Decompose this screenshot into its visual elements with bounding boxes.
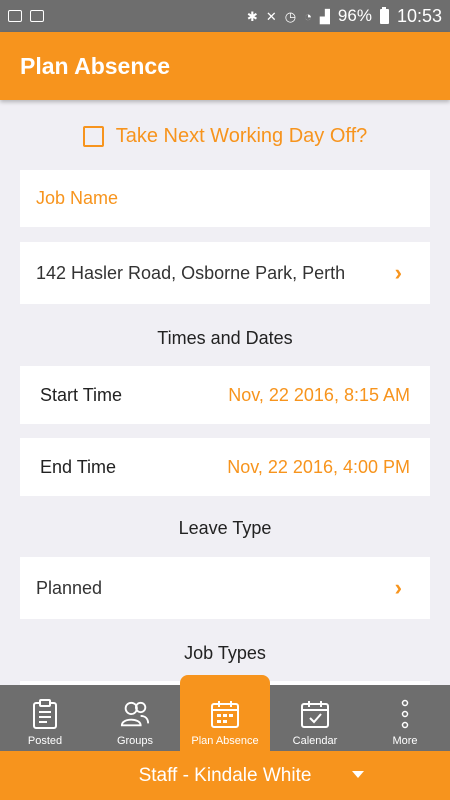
page-title: Plan Absence <box>20 52 170 79</box>
tab-groups-label: Groups <box>116 735 154 747</box>
checkbox-icon[interactable] <box>82 125 104 147</box>
tab-posted-label: Posted <box>27 735 63 747</box>
groups-icon <box>120 699 150 729</box>
times-section-heading: Times and Dates <box>157 328 293 348</box>
status-clock: 10:53 <box>396 5 442 26</box>
screenshot-notification-icon <box>30 10 44 22</box>
start-time-value[interactable]: Nov, 22 2016, 8:15 AM <box>228 385 410 406</box>
signal-icon: ▟ <box>319 8 330 24</box>
leave-type-heading: Leave Type <box>178 518 272 538</box>
start-time-label: Start Time <box>40 384 123 405</box>
more-vertical-icon <box>390 699 420 729</box>
tab-calendar[interactable]: Calendar <box>270 685 360 751</box>
bluetooth-icon: ✱ <box>246 8 258 24</box>
start-time-row[interactable]: Start Time Nov, 22 2016, 8:15 AM <box>20 366 430 424</box>
job-name-field[interactable]: Job Name <box>20 170 430 227</box>
alarm-icon: ◷ <box>284 8 297 24</box>
end-time-value[interactable]: Nov, 22 2016, 4:00 PM <box>227 457 410 478</box>
chevron-right-icon: › <box>394 575 402 600</box>
address-text: 142 Hasler Road, Osborne Park, Perth <box>36 262 346 283</box>
tab-posted[interactable]: Posted <box>0 685 90 751</box>
end-time-row[interactable]: End Time Nov, 22 2016, 4:00 PM <box>20 438 430 496</box>
tab-plan-absence-label: Plan Absence <box>191 735 259 747</box>
next-working-day-toggle[interactable]: Take Next Working Day Off? <box>0 116 450 156</box>
image-notification-icon <box>8 10 22 22</box>
battery-percent: 96% <box>337 6 372 25</box>
tab-plan-absence[interactable]: Plan Absence <box>180 675 270 751</box>
job-types-heading: Job Types <box>184 643 266 663</box>
mute-icon: ✕ <box>265 8 277 24</box>
chevron-right-icon: › <box>394 260 402 285</box>
address-selector[interactable]: 142 Hasler Road, Osborne Park, Perth › <box>20 242 430 304</box>
job-name-placeholder: Job Name <box>36 188 119 208</box>
bottom-tab-bar: Posted Groups Plan Absence Calendar More <box>0 675 450 751</box>
next-working-day-label: Take Next Working Day Off? <box>115 124 368 147</box>
wifi-icon: ◔ <box>304 8 312 24</box>
clipboard-icon <box>30 699 60 729</box>
tab-groups[interactable]: Groups <box>90 685 180 751</box>
leave-type-value: Planned <box>36 577 103 598</box>
tab-calendar-label: Calendar <box>292 735 338 747</box>
dropdown-arrow-icon <box>352 771 364 778</box>
staff-name: Staff - Kindale White <box>138 764 312 786</box>
calendar-check-icon <box>300 699 330 729</box>
app-bar: Plan Absence <box>0 32 450 100</box>
staff-selector[interactable]: Staff - Kindale White <box>0 751 450 800</box>
end-time-label: End Time <box>40 456 117 477</box>
battery-icon <box>379 6 389 24</box>
leave-type-selector[interactable]: Planned › <box>20 557 430 619</box>
tab-more[interactable]: More <box>360 685 450 751</box>
calendar-plan-icon <box>210 699 240 729</box>
tab-more-label: More <box>392 735 418 747</box>
status-bar: ✱ ✕ ◷ ◔ ▟ 96% 10:53 <box>0 0 450 32</box>
